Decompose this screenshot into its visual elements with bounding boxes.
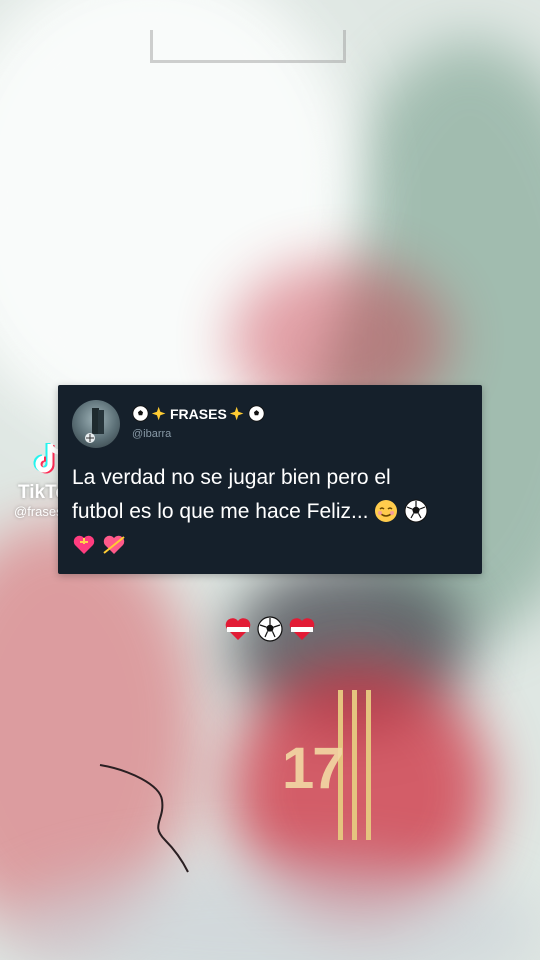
avatar[interactable] (72, 400, 120, 448)
soccer-ball-icon (404, 499, 428, 523)
tweet-text: La verdad no se jugar bien pero el futbo… (72, 461, 476, 563)
player-avatar-icon (85, 408, 104, 443)
profile-handle[interactable]: @ibarra (132, 428, 171, 440)
tweet-text-line-2: futbol es lo que me hace Feliz... (72, 495, 476, 529)
tweet-text-line: futbol es lo que me hace Feliz... (72, 500, 369, 523)
red-white-heart-icon (225, 618, 251, 640)
heart-arrow-icon (103, 535, 125, 554)
emoji-row (224, 615, 316, 643)
tweet-text-line: La verdad no se jugar bien pero el (72, 466, 391, 489)
soccer-ball-icon (248, 405, 265, 422)
tweet-emoji-line (72, 529, 476, 563)
profile-name: FRASES (170, 405, 227, 422)
profile-name-row[interactable]: FRASES (132, 405, 265, 422)
sparkles-icon (229, 406, 244, 421)
smiling-face-icon (375, 500, 398, 522)
soccer-ball-icon (257, 616, 283, 642)
red-white-heart-icon (289, 618, 315, 640)
heart-ribbon-icon (73, 535, 95, 554)
sparkles-icon (151, 406, 166, 421)
soccer-ball-icon (132, 405, 149, 422)
tweet-card: FRASES @ibarra La verdad no se jugar bie… (58, 385, 482, 574)
